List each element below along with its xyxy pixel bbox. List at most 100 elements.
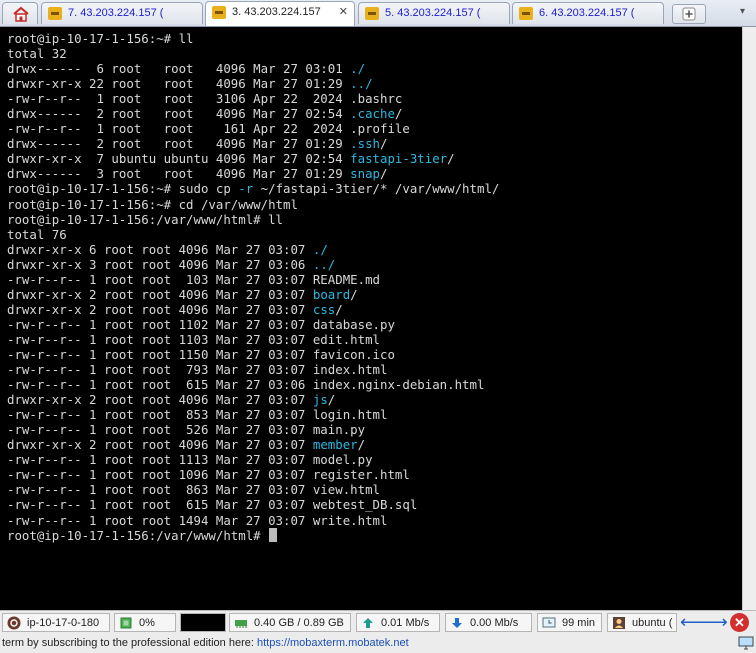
terminal-text: ~/fastapi-3tier/* /var/www/html/ [253, 181, 500, 197]
terminal-line: -rw-r--r-- 1 root root 161 Apr 22 2024 .… [7, 121, 742, 136]
terminal-line: -rw-r--r-- 1 root root 853 Mar 27 03:07 … [7, 407, 742, 422]
home-icon [13, 6, 29, 22]
tab-session-3[interactable]: 3. 43.203.224.157 ✕ [205, 1, 355, 26]
terminal-line: -rw-r--r-- 1 root root 615 Mar 27 03:07 … [7, 497, 742, 512]
terminal-text: drwxr-xr-x 2 root root 4096 Mar 27 03:07 [7, 437, 313, 453]
terminal-text: / [394, 106, 403, 122]
directory-name: ../ [312, 256, 336, 272]
terminal-text: drwx------ 2 root root 4096 Mar 27 01:29 [7, 136, 351, 152]
terminal-line: drwx------ 2 root root 4096 Mar 27 02:54… [7, 106, 742, 121]
terminal-line: drwxr-xr-x 22 root root 4096 Mar 27 01:2… [7, 76, 742, 91]
status-bar: ip-10-17-0-180 0% 0.40 GB / 0.89 GB 0.01… [0, 610, 756, 634]
terminal-text: -rw-r--r-- 1 root root 853 Mar 27 03:07 … [7, 407, 388, 423]
upload-icon [363, 618, 373, 628]
terminal-line: drwxr-xr-x 2 root root 4096 Mar 27 03:07… [7, 392, 742, 407]
terminal-line: -rw-r--r-- 1 root root 1096 Mar 27 03:07… [7, 467, 742, 482]
terminal-text: / [350, 286, 358, 302]
upload-speed: 0.01 Mb/s [381, 617, 430, 629]
terminal-text: / [380, 166, 388, 182]
key-icon [365, 7, 379, 20]
terminal-text: / [357, 437, 366, 453]
terminal-line: drwxr-xr-x 2 root root 4096 Mar 27 03:07… [7, 302, 742, 317]
terminal-line: -rw-r--r-- 1 root root 103 Mar 27 03:07 … [7, 272, 742, 287]
cpu-indicator: 0% [114, 613, 176, 632]
terminal-text: root@ip-10-17-1-156:~# sudo cp [7, 181, 239, 197]
terminal-text: root@ip-10-17-1-156:~# cd /var/www/html [7, 196, 298, 212]
terminal-output[interactable]: root@ip-10-17-1-156:~# ll total 32 drwx---… [0, 27, 742, 610]
host-indicator[interactable]: ip-10-17-0-180 [2, 613, 110, 632]
terminal-line: -rw-r--r-- 1 root root 1102 Mar 27 03:07… [7, 317, 742, 332]
new-tab-button[interactable] [672, 4, 706, 24]
terminal-text: -rw-r--r-- 1 root root 615 Mar 27 03:07 … [7, 497, 418, 513]
download-speed: 0.00 Mb/s [470, 617, 519, 629]
terminal-text: drwx------ 6 root root 4096 Mar 27 03:01 [7, 61, 351, 77]
tab-session-6[interactable]: 6. 43.203.224.157 ( [512, 2, 664, 24]
terminal-text: / [327, 392, 336, 408]
user-icon [613, 617, 625, 629]
directory-name: ../ [350, 76, 373, 92]
close-session-button[interactable]: ✕ [730, 613, 749, 632]
tab-bar: 7. 43.203.224.157 ( 3. 43.203.224.157 ✕ … [0, 0, 756, 27]
terminal-text: -rw-r--r-- 1 root root 1150 Mar 27 03:07… [7, 346, 395, 362]
terminal-text: -rw-r--r-- 1 root root 526 Mar 27 03:07 … [7, 422, 366, 438]
terminal-text: -rw-r--r-- 1 root root 1113 Mar 27 03:07… [7, 452, 373, 468]
username: ubuntu ( [632, 617, 673, 629]
cpu-usage: 0% [139, 617, 155, 629]
terminal-line: -rw-r--r-- 1 root root 615 Mar 27 03:06 … [7, 377, 742, 392]
vertical-scrollbar[interactable] [742, 27, 756, 610]
tab-scroll-icon[interactable]: ▾ [740, 6, 745, 17]
terminal-line: root@ip-10-17-1-156:~# sudo cp -r ~/fast… [7, 181, 742, 196]
cpu-icon [120, 617, 132, 629]
directory-name: .ssh [350, 136, 380, 152]
directory-name: member [312, 437, 358, 453]
terminal-line: -rw-r--r-- 1 root root 1103 Mar 27 03:07… [7, 332, 742, 347]
terminal-text: total 76 [7, 226, 67, 242]
terminal-text: drwxr-xr-x 22 root root 4096 Mar 27 01:2… [7, 76, 351, 92]
terminal-text: / [380, 136, 388, 152]
terminal-line: drwxr-xr-x 7 ubuntu ubuntu 4096 Mar 27 0… [7, 151, 742, 166]
terminal-text: drwxr-xr-x 2 root root 4096 Mar 27 03:07 [7, 286, 313, 302]
terminal-line: -rw-r--r-- 1 root root 793 Mar 27 03:07 … [7, 362, 742, 377]
directory-name: ./ [350, 61, 366, 77]
hostname: ip-10-17-0-180 [27, 617, 100, 629]
terminal-line: drwxr-xr-x 2 root root 4096 Mar 27 03:07… [7, 437, 742, 452]
memory-indicator: 0.40 GB / 0.89 GB [229, 613, 351, 632]
terminal-text: total 32 [7, 46, 67, 62]
terminal-line: drwxr-xr-x 6 root root 4096 Mar 27 03:07… [7, 242, 742, 257]
key-icon [48, 7, 62, 20]
terminal-line: drwxr-xr-x 2 root root 4096 Mar 27 03:07… [7, 287, 742, 302]
tab-session-5[interactable]: 5. 43.203.224.157 ( [358, 2, 510, 24]
tab-label: 7. 43.203.224.157 ( [68, 7, 164, 19]
monitor-icon[interactable] [738, 636, 754, 650]
user-indicator: ubuntu ( [607, 613, 677, 632]
terminal-line: total 32 [7, 46, 742, 61]
terminal-line: -rw-r--r-- 1 root root 1113 Mar 27 03:07… [7, 452, 742, 467]
memory-icon [235, 620, 247, 628]
tab-session-7[interactable]: 7. 43.203.224.157 ( [41, 2, 203, 24]
tab-home[interactable] [2, 2, 38, 24]
terminal-text: -rw-r--r-- 1 root root 793 Mar 27 03:07 … [7, 362, 388, 378]
terminal-text: drwxr-xr-x 3 root root 4096 Mar 27 03:06 [7, 256, 313, 272]
plus-icon [682, 7, 696, 21]
uptime: 99 min [562, 617, 596, 629]
terminal-line: drwxr-xr-x 3 root root 4096 Mar 27 03:06… [7, 257, 742, 272]
download-icon [452, 618, 462, 628]
terminal-text: -rw-r--r-- 1 root root 863 Mar 27 03:07 … [7, 482, 380, 498]
uptime-indicator: 99 min [537, 613, 602, 632]
terminal-text: drwx------ 3 root root 4096 Mar 27 01:29 [7, 166, 351, 182]
memory-usage: 0.40 GB / 0.89 GB [254, 617, 344, 629]
terminal-text: -rw-r--r-- 1 root root 1103 Mar 27 03:07… [7, 331, 380, 347]
terminal-text: drwx------ 2 root root 4096 Mar 27 02:54 [7, 106, 351, 122]
directory-name: js [312, 392, 328, 408]
terminal-line: -rw-r--r-- 1 root root 526 Mar 27 03:07 … [7, 422, 742, 437]
terminal-text: / [335, 301, 343, 317]
close-icon[interactable]: ✕ [339, 2, 348, 22]
mobaxterm-link[interactable]: https://mobaxterm.mobatek.net [257, 634, 409, 653]
cpu-graph [180, 613, 226, 632]
arrow-right-icon[interactable]: ⟶ [702, 612, 728, 632]
terminal-text: -rw-r--r-- 1 root root 1494 Mar 27 03:07… [7, 512, 388, 528]
ubuntu-icon [7, 616, 21, 630]
terminal-text: -rw-r--r-- 1 root root 103 Mar 27 03:07 … [7, 271, 380, 287]
terminal-line: -rw-r--r-- 1 root root 3106 Apr 22 2024 … [7, 91, 742, 106]
clock-monitor-icon [542, 617, 556, 628]
